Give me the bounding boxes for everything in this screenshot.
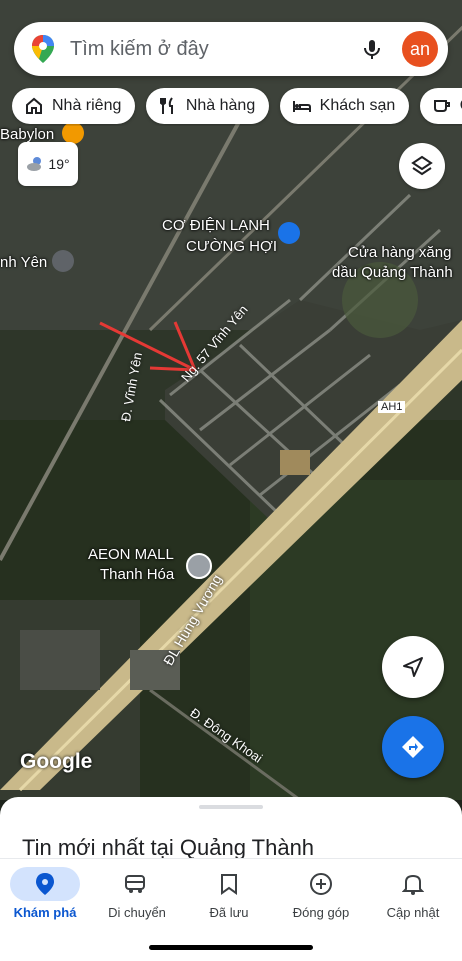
maps-pin-icon (32, 35, 54, 63)
nav-label: Cập nhật (386, 905, 440, 920)
weather-badge[interactable]: 19° (18, 142, 78, 186)
avatar[interactable]: an (402, 31, 438, 67)
search-bar[interactable]: Tìm kiếm ở đây an (14, 22, 448, 76)
hotel-icon (292, 101, 311, 112)
bookmark-icon (221, 874, 237, 895)
chip-coffee[interactable]: Q (419, 88, 462, 124)
nav-saved[interactable]: Đã lưu (184, 867, 274, 920)
chip-label: Nhà hàng (185, 97, 256, 114)
my-location-button[interactable] (382, 636, 444, 698)
chip-restaurant[interactable]: Nhà hàng (145, 88, 270, 124)
nav-explore[interactable]: Khám phá (0, 867, 90, 920)
car-icon (125, 875, 145, 893)
map-label-aeon-1: AEON MALL (88, 546, 174, 563)
chip-label: Nhà riêng (52, 97, 122, 114)
directions-icon (402, 736, 424, 758)
nav-label: Đóng góp (292, 905, 350, 920)
layers-button[interactable] (399, 143, 445, 189)
category-chips: Nhà riêng Nhà hàng Khách sạn Q (12, 88, 462, 126)
layers-icon (411, 155, 433, 176)
map-label-co-dien-2: CƯỜNG HỢI (186, 238, 278, 255)
service-poi-icon[interactable] (52, 250, 74, 272)
map-label-xang-2: dầu Quảng Thành (332, 264, 453, 281)
weather-temp: 19° (48, 156, 70, 172)
microphone-icon[interactable] (360, 37, 384, 61)
sheet-drag-handle[interactable] (199, 805, 263, 809)
map-label-aeon-2: Thanh Hóa (100, 566, 175, 583)
nav-commute[interactable]: Di chuyển (92, 867, 182, 920)
nav-contribute[interactable]: Đóng góp (276, 867, 366, 920)
chip-label: Khách sạn (319, 97, 396, 114)
directions-button[interactable] (382, 716, 444, 778)
bell-icon (402, 874, 424, 895)
nav-label: Đã lưu (209, 905, 249, 920)
navigation-arrow-icon (403, 657, 423, 677)
nav-updates[interactable]: Cập nhật (368, 867, 458, 920)
google-logo: Google (20, 750, 93, 773)
cloud-sun-icon (27, 157, 42, 171)
explore-pin-icon (36, 873, 54, 895)
home-indicator[interactable] (149, 945, 313, 950)
nav-label: Di chuyển (108, 905, 166, 920)
nav-label: Khám phá (13, 905, 77, 920)
shop-poi-icon[interactable] (278, 222, 300, 244)
highway-shield-ah1: AH1 (378, 401, 406, 413)
restaurant-icon (159, 97, 173, 114)
chip-hotel[interactable]: Khách sạn (279, 88, 410, 124)
map-label-vinh-yen-left: nh Yên (0, 254, 48, 271)
map-label-co-dien-1: CƠ ĐIỆN LẠNH (162, 217, 270, 234)
coffee-icon (433, 100, 450, 112)
home-icon (26, 97, 42, 114)
chip-home[interactable]: Nhà riêng (12, 88, 136, 124)
map-label-xang-1: Cửa hàng xăng (348, 244, 452, 261)
map-label-babylon: Babylon (0, 126, 55, 143)
add-circle-icon (310, 873, 332, 895)
search-input[interactable]: Tìm kiếm ở đây (70, 38, 360, 61)
